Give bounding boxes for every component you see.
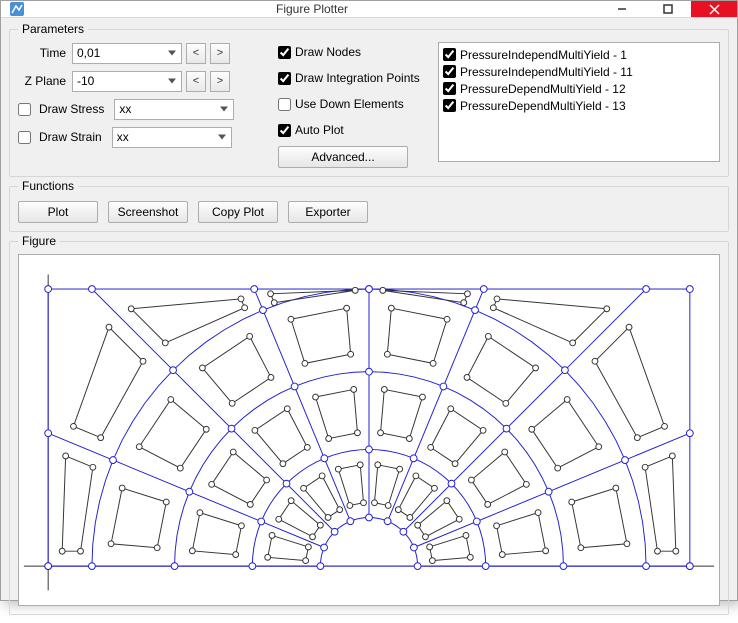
auto-plot-label: Auto Plot xyxy=(295,123,344,137)
figure-legend: Figure xyxy=(18,234,60,248)
draw-strain-label: Draw Strain xyxy=(39,130,108,144)
draw-stress-label: Draw Stress xyxy=(39,102,110,116)
list-item: PressureDependMultiYield - 12 xyxy=(443,80,715,97)
window-controls xyxy=(599,1,737,17)
zplane-next-button[interactable]: > xyxy=(210,71,230,92)
app-icon xyxy=(9,1,25,17)
draw-nodes-checkbox[interactable] xyxy=(278,46,291,59)
zplane-label: Z Plane xyxy=(18,74,68,88)
time-label: Time xyxy=(18,46,68,60)
material-checkbox[interactable] xyxy=(443,48,456,61)
material-checkbox[interactable] xyxy=(443,82,456,95)
strain-combo[interactable]: xx xyxy=(112,127,232,148)
material-checkbox[interactable] xyxy=(443,65,456,78)
plot-button[interactable]: Plot xyxy=(18,201,98,223)
auto-plot-checkbox[interactable] xyxy=(278,124,291,137)
content-area: Parameters Time 0,01 < > Z Plane -10 < > xyxy=(1,18,737,623)
time-combo[interactable]: 0,01 xyxy=(72,43,182,64)
maximize-button[interactable] xyxy=(645,1,691,17)
use-down-elements-label: Use Down Elements xyxy=(295,97,404,111)
titlebar: Figure Plotter xyxy=(1,1,737,18)
parameters-group: Parameters Time 0,01 < > Z Plane -10 < > xyxy=(9,22,729,177)
figure-canvas[interactable] xyxy=(18,254,720,606)
material-checkbox[interactable] xyxy=(443,99,456,112)
list-item: PressureIndependMultiYield - 1 xyxy=(443,46,715,63)
materials-list[interactable]: PressureIndependMultiYield - 1 PressureI… xyxy=(438,42,720,162)
list-item: PressureIndependMultiYield - 11 xyxy=(443,63,715,80)
minimize-button[interactable] xyxy=(599,1,645,17)
copy-plot-button[interactable]: Copy Plot xyxy=(198,201,278,223)
parameters-mid-column: Draw Nodes Draw Integration Points Use D… xyxy=(278,42,428,168)
stress-combo[interactable]: xx xyxy=(114,99,234,120)
figure-group: Figure xyxy=(9,234,729,615)
advanced-button[interactable]: Advanced... xyxy=(278,146,408,168)
draw-strain-checkbox[interactable] xyxy=(18,131,31,144)
mesh-plot xyxy=(19,255,719,605)
close-button[interactable] xyxy=(691,1,737,17)
functions-group: Functions Plot Screenshot Copy Plot Expo… xyxy=(9,179,729,232)
window-title: Figure Plotter xyxy=(25,2,599,16)
parameters-left-column: Time 0,01 < > Z Plane -10 < > Draw Stres… xyxy=(18,42,268,168)
list-item: PressureDependMultiYield - 13 xyxy=(443,97,715,114)
functions-legend: Functions xyxy=(18,179,78,193)
parameters-legend: Parameters xyxy=(18,22,88,36)
draw-int-points-checkbox[interactable] xyxy=(278,72,291,85)
use-down-elements-checkbox[interactable] xyxy=(278,98,291,111)
time-next-button[interactable]: > xyxy=(210,43,230,64)
zplane-prev-button[interactable]: < xyxy=(186,71,206,92)
draw-stress-checkbox[interactable] xyxy=(18,103,31,116)
screenshot-button[interactable]: Screenshot xyxy=(108,201,188,223)
app-window: Figure Plotter Parameters Time 0,01 < xyxy=(0,0,738,601)
draw-nodes-label: Draw Nodes xyxy=(295,45,361,59)
exporter-button[interactable]: Exporter xyxy=(288,201,368,223)
zplane-combo[interactable]: -10 xyxy=(72,71,182,92)
time-prev-button[interactable]: < xyxy=(186,43,206,64)
draw-int-points-label: Draw Integration Points xyxy=(295,71,420,85)
